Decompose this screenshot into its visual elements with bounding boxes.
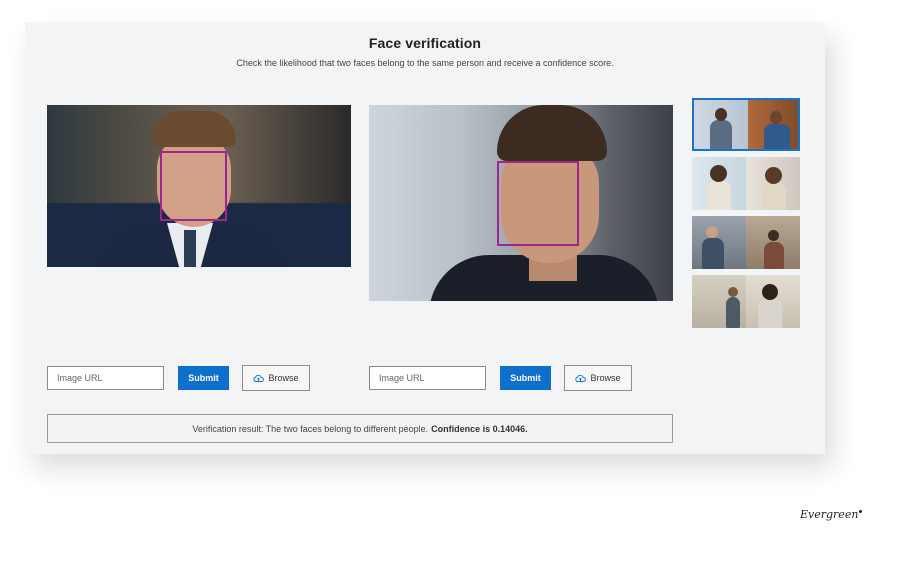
photo-figure-hair (152, 111, 236, 147)
page-subtitle: Check the likelihood that two faces belo… (236, 58, 614, 68)
left-image-url-input[interactable] (47, 366, 164, 390)
logo-dot (859, 510, 863, 513)
face-verification-panel: Face verification Check the likelihood t… (25, 22, 825, 454)
thumbnail-2[interactable] (692, 157, 800, 210)
right-image-url-input[interactable] (369, 366, 486, 390)
left-face-bounding-box (160, 151, 227, 221)
right-browse-label: Browse (590, 373, 621, 383)
thumbnail-3[interactable] (692, 216, 800, 269)
right-face-image (369, 105, 673, 301)
left-browse-button[interactable]: Browse (242, 365, 310, 391)
confidence-text: Confidence is 0.14046. (431, 423, 528, 434)
cloud-upload-icon (575, 374, 587, 383)
right-submit-button[interactable]: Submit (500, 366, 551, 390)
left-submit-button[interactable]: Submit (178, 366, 229, 390)
logo-text: Evergreen (800, 508, 859, 521)
page-title: Face verification (368, 35, 482, 51)
right-face-bounding-box (497, 161, 579, 246)
verification-result: Verification result: The two faces belon… (47, 414, 673, 443)
thumbnail-1[interactable] (692, 98, 800, 151)
left-browse-label: Browse (268, 373, 299, 383)
left-face-image (47, 105, 351, 267)
thumbnail-4[interactable] (692, 275, 800, 328)
photo-figure-tie (184, 230, 196, 267)
evergreen-logo: Evergreen (800, 508, 863, 521)
cloud-upload-icon (253, 374, 265, 383)
right-browse-button[interactable]: Browse (564, 365, 632, 391)
photo-figure-hair (497, 105, 607, 161)
result-text: Verification result: The two faces belon… (192, 423, 429, 434)
